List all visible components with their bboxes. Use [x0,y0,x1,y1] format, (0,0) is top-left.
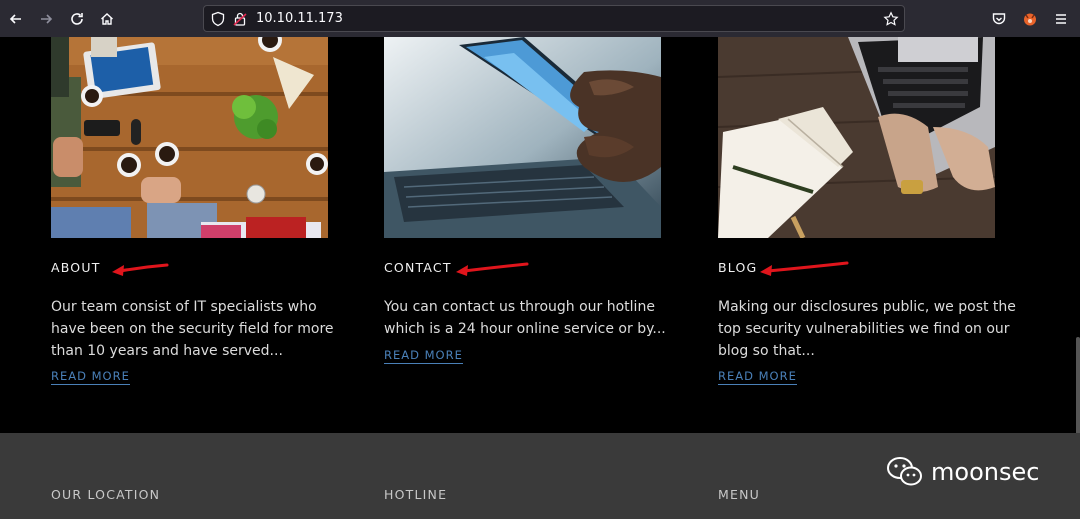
read-more-about-link[interactable]: READ MORE [51,369,130,385]
home-icon [101,13,113,25]
card-text-blog: Making our disclosures public, we post t… [718,299,1016,359]
hand-holding-phone-photo [384,37,661,238]
fox-extension-icon [1024,13,1036,26]
hamburger-menu-icon [1056,14,1066,24]
browser-toolbar: 10.10.11.173 [0,0,1080,37]
card-text-contact: You can contact us through our hotline w… [384,299,666,337]
wechat-logo-icon [887,457,922,486]
read-more-blog-link[interactable]: READ MORE [718,369,797,385]
team-meeting-table-photo [51,37,328,238]
url-text[interactable]: 10.10.11.173 [256,11,343,26]
reload-icon [71,13,83,25]
extension-button[interactable] [1019,8,1041,30]
read-more-contact-link[interactable]: READ MORE [384,348,463,364]
reload-button[interactable] [66,8,88,30]
card-title-blog: BLOG [718,260,758,275]
watermark-text: moonsec [931,458,1040,486]
about-image [51,37,328,238]
blog-image [718,37,995,238]
home-button[interactable] [96,8,118,30]
card-text-about: Our team consist of IT specialists who h… [51,299,334,359]
annotation-arrow-about-icon [112,263,169,276]
address-bar[interactable]: 10.10.11.173 [203,5,905,32]
footer-heading-location: OUR LOCATION [51,487,161,502]
forward-arrow-icon [41,14,53,24]
back-button[interactable] [5,8,27,30]
moonsec-watermark: moonsec [887,457,1039,487]
card-title-about: ABOUT [51,260,101,275]
annotation-arrow-contact-icon [456,262,529,276]
contact-image [384,37,661,238]
footer-heading-menu: MENU [718,487,760,502]
pocket-icon [992,13,1006,25]
insecure-lock-icon[interactable] [232,11,248,27]
pocket-button[interactable] [988,8,1010,30]
bookmark-star-icon[interactable] [883,11,899,27]
laptop-notebook-desk-photo [718,37,995,238]
page-footer: OUR LOCATION HOTLINE MENU moonsec [0,433,1080,519]
card-title-contact: CONTACT [384,260,452,275]
annotation-arrow-blog-icon [760,261,849,276]
footer-heading-hotline: HOTLINE [384,487,448,502]
back-arrow-icon [9,14,21,24]
menu-button[interactable] [1050,8,1072,30]
page-content: ABOUT Our team consist of IT specialists… [0,37,1080,447]
page-scrollbar[interactable] [1076,337,1080,447]
shield-icon[interactable] [210,11,226,27]
forward-button[interactable] [35,8,57,30]
